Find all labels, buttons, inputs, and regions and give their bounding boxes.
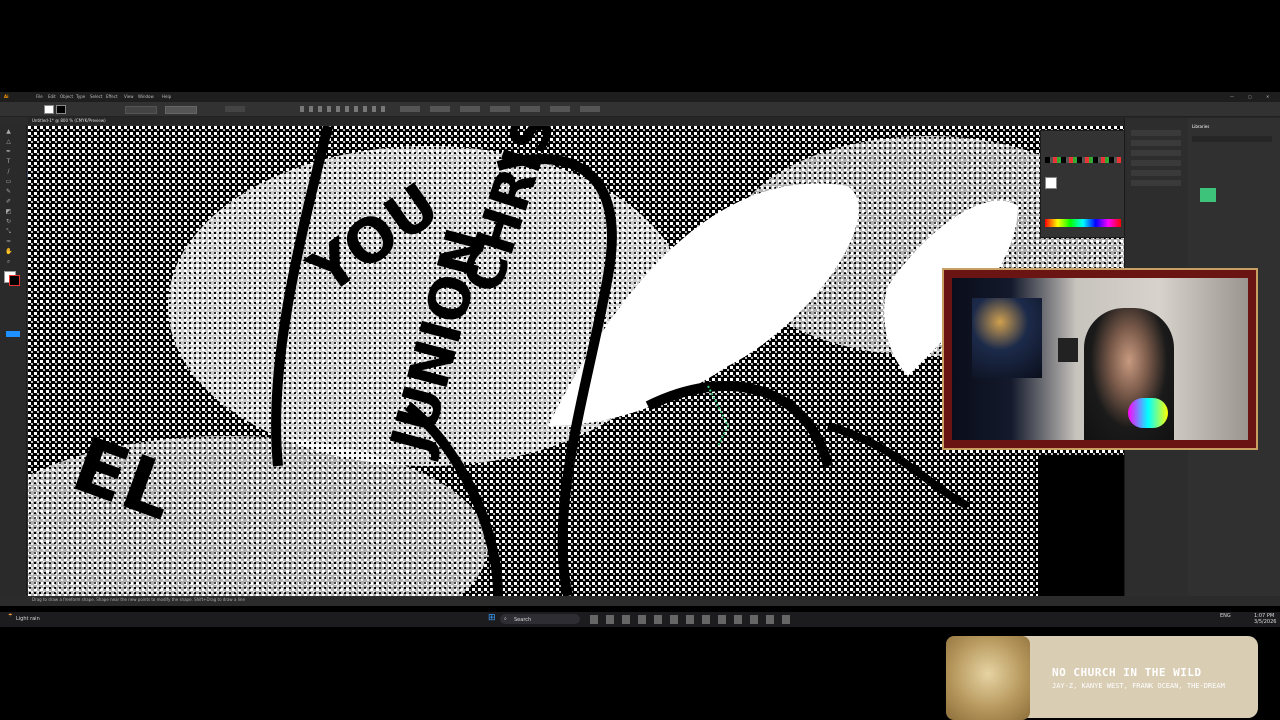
search-icon: ⌕ xyxy=(504,616,507,622)
windows-taskbar: ☂ Light rain ⊞ ⌕ Search ENG 1:07 PM 3/5/… xyxy=(0,612,1280,627)
track-title: NO CHURCH IN THE WILD xyxy=(1052,666,1202,679)
shaper-tool-icon[interactable]: ✐ xyxy=(5,199,12,205)
language-indicator[interactable]: ENG xyxy=(1220,613,1231,619)
pinned-apps[interactable] xyxy=(590,615,790,624)
window-night-view xyxy=(972,298,1042,378)
document-tab[interactable]: Untitled-1* @ 800 % (CMYK/Preview) xyxy=(32,118,106,123)
stroke-swatch[interactable] xyxy=(56,105,66,114)
menu-edit[interactable]: Edit xyxy=(48,94,56,99)
transform-fields[interactable] xyxy=(400,106,600,112)
stroke-color-icon[interactable] xyxy=(9,275,20,286)
menu-select[interactable]: Select xyxy=(90,94,102,99)
libraries-tab[interactable]: Libraries xyxy=(1192,124,1209,129)
rgb-headphones xyxy=(1128,398,1168,428)
search-placeholder: Search xyxy=(514,617,532,623)
eraser-tool-icon[interactable]: ◩ xyxy=(5,209,12,215)
menu-type[interactable]: Type xyxy=(76,94,85,99)
selection-tool-icon[interactable]: ▲ xyxy=(5,129,12,135)
color-panel xyxy=(1040,130,1126,238)
tools-panel: ▲ △ ✒ T / ▭ ✎ ✐ ◩ ↻ ⤡ ≈ ✋ ⌕ xyxy=(0,125,27,595)
close-icon[interactable]: ✕ xyxy=(1266,94,1269,99)
search-box[interactable]: ⌕ Search xyxy=(500,614,580,624)
track-artist: JAY-Z, KANYE WEST, FRANK OCEAN, THE-DREA… xyxy=(1052,682,1225,690)
menu-effect[interactable]: Effect xyxy=(106,94,118,99)
album-art xyxy=(946,636,1030,720)
fill-color-icon[interactable] xyxy=(1045,177,1057,189)
maximize-icon[interactable]: ▢ xyxy=(1248,94,1252,99)
start-button-icon[interactable]: ⊞ xyxy=(488,613,496,623)
panel-list[interactable] xyxy=(1131,126,1181,186)
webcam-feed xyxy=(952,278,1248,440)
webcam-overlay xyxy=(942,268,1258,450)
type-tool-icon[interactable]: T xyxy=(5,159,12,165)
menu-help[interactable]: Help xyxy=(162,94,171,99)
clock-date[interactable]: 3/5/2026 xyxy=(1254,619,1276,625)
scale-tool-icon[interactable]: ⤡ xyxy=(5,229,12,235)
direct-selection-icon[interactable]: △ xyxy=(5,139,12,145)
speaker-icon xyxy=(1058,338,1078,362)
app-logo-icon: Ai xyxy=(4,94,9,99)
rectangle-tool-icon[interactable]: ▭ xyxy=(5,179,12,185)
control-bar xyxy=(0,102,1280,117)
draw-mode-icon[interactable] xyxy=(6,331,20,337)
hand-tool-icon[interactable]: ✋ xyxy=(5,249,12,255)
brush-tool-icon[interactable]: ✎ xyxy=(5,189,12,195)
status-text: Drag to draw a freeform shape. Shape nea… xyxy=(32,597,245,602)
pen-tool-icon[interactable]: ✒ xyxy=(5,149,12,155)
align-buttons[interactable] xyxy=(300,106,390,112)
menu-view[interactable]: View xyxy=(124,94,134,99)
color-spectrum[interactable] xyxy=(1045,219,1121,227)
line-tool-icon[interactable]: / xyxy=(5,169,12,175)
status-bar: Drag to draw a freeform shape. Shape nea… xyxy=(28,596,1280,604)
minimize-icon[interactable]: — xyxy=(1230,94,1234,99)
document-tab-bar: Untitled-1* @ 800 % (CMYK/Preview) xyxy=(28,117,1278,125)
warp-tool-icon[interactable]: ≈ xyxy=(5,239,12,245)
zoom-tool-icon[interactable]: ⌕ xyxy=(5,259,12,265)
swatch-row[interactable] xyxy=(1045,157,1121,163)
menu-file[interactable]: File xyxy=(36,94,43,99)
menu-window[interactable]: Window xyxy=(138,94,154,99)
menu-bar: Ai File Edit Object Type Select Effect V… xyxy=(0,92,1280,102)
opacity-field[interactable] xyxy=(225,106,245,112)
menu-object[interactable]: Object xyxy=(60,94,73,99)
weather-text: Light rain xyxy=(16,616,40,622)
stroke-weight-field[interactable] xyxy=(125,106,157,114)
brush-definition[interactable] xyxy=(165,106,197,114)
weather-icon: ☂ xyxy=(8,613,13,619)
fill-swatch[interactable] xyxy=(44,105,54,114)
rotate-tool-icon[interactable]: ↻ xyxy=(5,219,12,225)
library-color-swatch[interactable] xyxy=(1200,188,1216,202)
library-search[interactable] xyxy=(1192,136,1272,142)
